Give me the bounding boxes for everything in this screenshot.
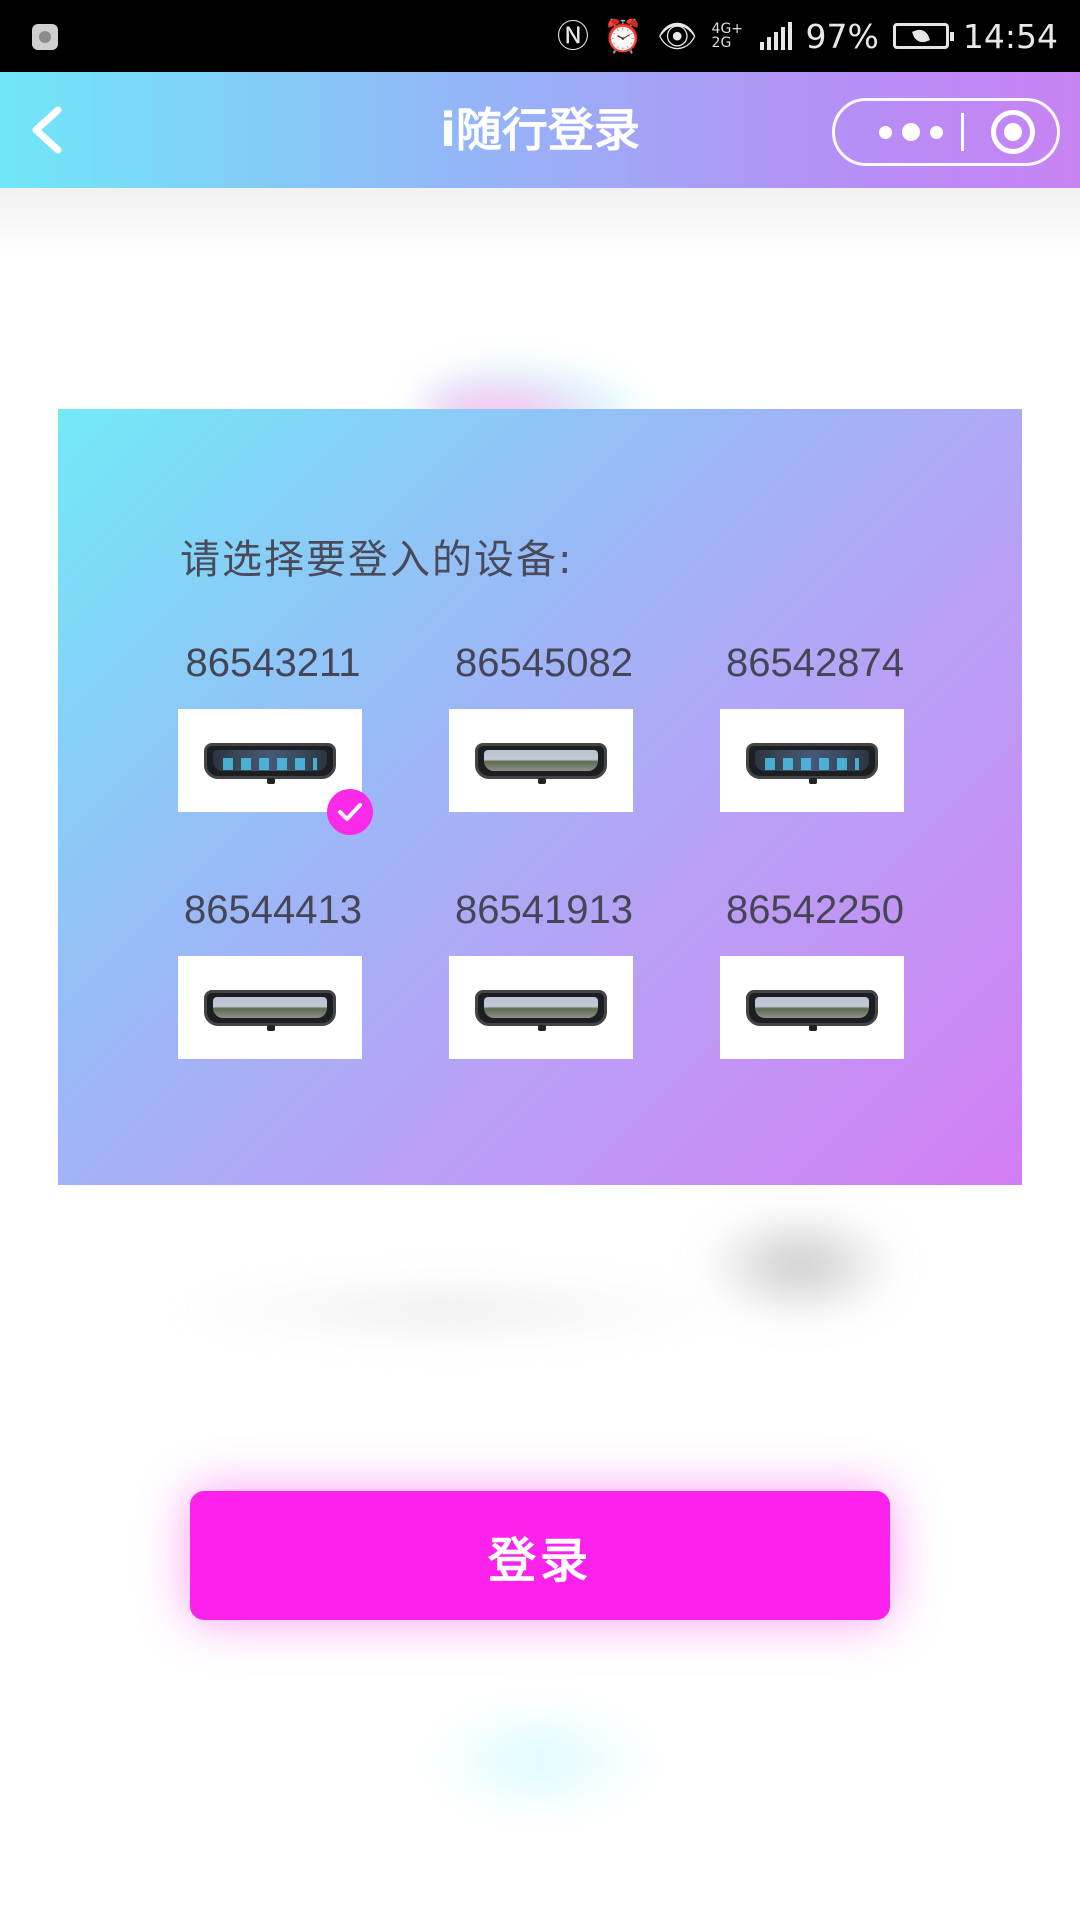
mini-program-capsule (832, 98, 1060, 166)
device-image (720, 956, 904, 1059)
app-notification-icon (32, 24, 58, 50)
rearview-mirror-icon (746, 743, 878, 784)
back-button[interactable] (22, 100, 82, 160)
nfc-icon: Ⓝ (557, 17, 590, 55)
rearview-mirror-icon (746, 990, 878, 1031)
alarm-icon: ⏰ (603, 17, 643, 55)
login-button-label: 登录 (487, 1532, 592, 1589)
decorative-shadow (700, 1210, 900, 1320)
clock: 14:54 (962, 16, 1058, 56)
rearview-mirror-icon (204, 743, 336, 784)
decorative-glow (170, 1270, 730, 1350)
battery-percent: 97% (805, 16, 879, 56)
nav-bar: i随行登录 (0, 72, 1080, 188)
device-image (720, 709, 904, 812)
rearview-mirror-icon (475, 743, 607, 784)
check-icon (338, 803, 362, 821)
signal-icon (759, 22, 792, 50)
selected-check-badge (327, 789, 373, 835)
battery-icon (892, 23, 954, 49)
more-dots-icon (879, 125, 892, 139)
device-id: 86545082 (455, 641, 633, 685)
device-select-card: 请选择要登入的设备: 86543211 86545082 86542874 86… (58, 409, 1022, 1185)
rearview-mirror-icon (475, 990, 607, 1031)
device-id: 86543211 (185, 641, 361, 685)
device-image (449, 709, 633, 812)
header-shadow (0, 188, 1080, 258)
device-image (178, 956, 362, 1059)
close-target-icon[interactable] (991, 110, 1035, 154)
device-image (449, 956, 633, 1059)
device-id: 86541913 (455, 888, 633, 932)
rearview-mirror-icon (204, 990, 336, 1031)
eye-icon: 👁 (656, 17, 698, 55)
status-bar: Ⓝ ⏰ 👁 4G+ 2G 97% 14:54 (0, 0, 1080, 72)
capsule-divider (961, 113, 964, 151)
login-button[interactable]: 登录 (190, 1491, 890, 1620)
device-id: 86542250 (726, 888, 904, 932)
device-id: 86544413 (184, 888, 362, 932)
network-type: 4G+ 2G (711, 21, 744, 51)
status-icons: Ⓝ ⏰ 👁 4G+ 2G 97% 14:54 (557, 12, 1058, 60)
device-id: 86542874 (726, 641, 904, 685)
back-arrow-icon (32, 106, 62, 154)
select-device-prompt: 请选择要登入的设备: (180, 537, 574, 583)
decorative-glow (420, 1700, 660, 1820)
more-button[interactable] (861, 101, 961, 163)
